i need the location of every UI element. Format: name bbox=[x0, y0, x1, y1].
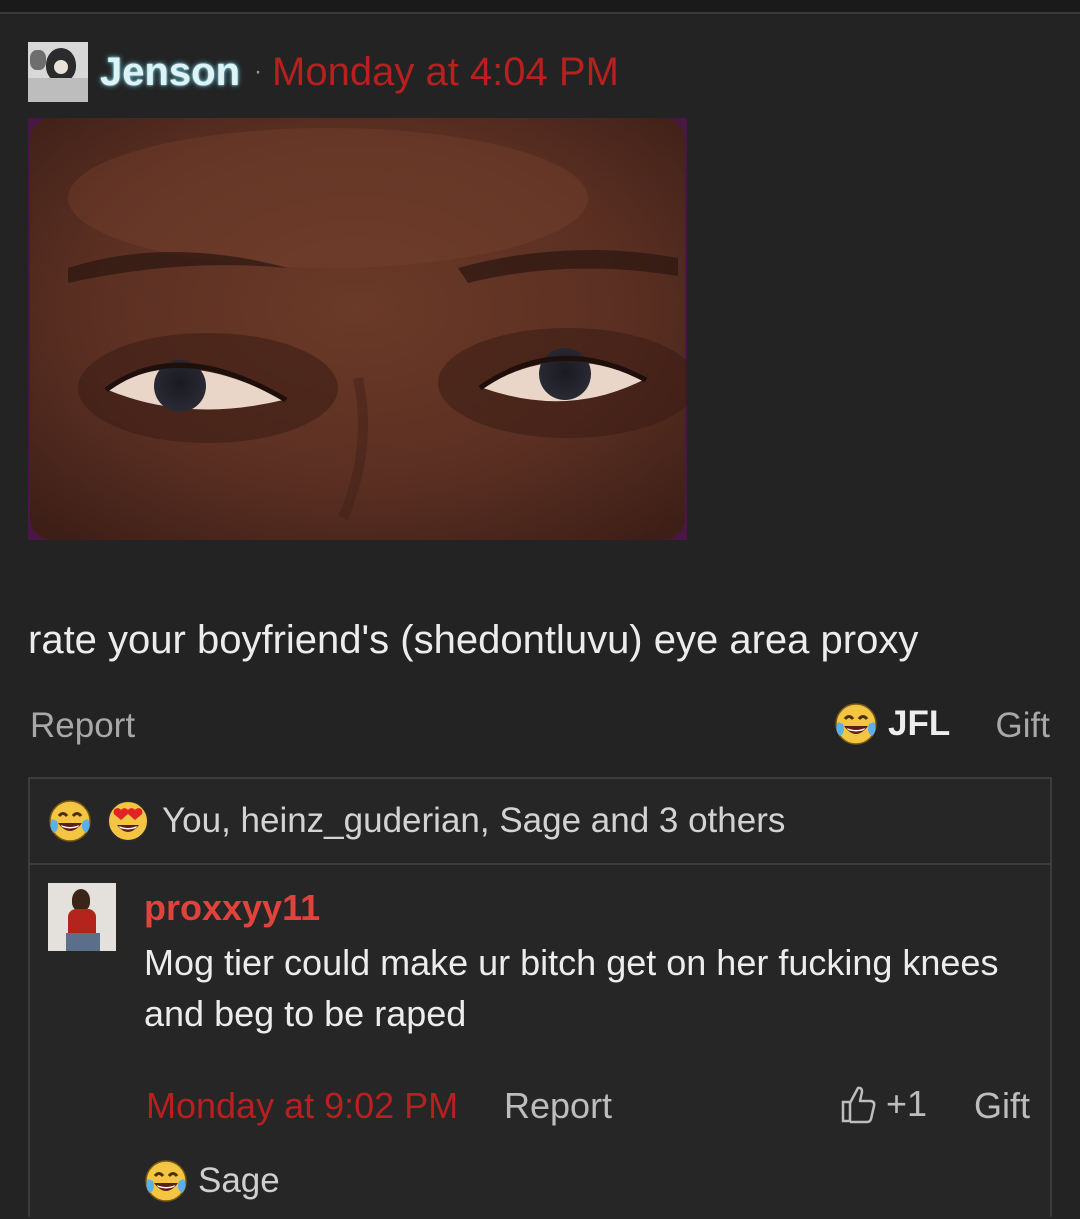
comment-gift-button[interactable]: Gift bbox=[974, 1085, 1030, 1127]
post-header: Jenson · Monday at 4:04 PM bbox=[28, 42, 619, 102]
top-divider bbox=[0, 0, 1080, 14]
like-count: +1 bbox=[886, 1083, 928, 1124]
reactions-text[interactable]: You, heinz_guderian, Sage and 3 others bbox=[162, 801, 785, 841]
post-actions: Report JFL Gift bbox=[30, 702, 1050, 750]
comment: proxxyy11 Mog tier could make ur bitch g… bbox=[30, 867, 1050, 1219]
comment-reaction-user: Sage bbox=[198, 1161, 280, 1200]
thumbs-up-icon bbox=[841, 1086, 876, 1124]
comment-report-button[interactable]: Report bbox=[504, 1085, 612, 1127]
meta-separator: · bbox=[254, 58, 263, 85]
post-timestamp[interactable]: Monday at 4:04 PM bbox=[272, 50, 619, 95]
report-button[interactable]: Report bbox=[30, 706, 135, 746]
avatar[interactable] bbox=[48, 883, 116, 951]
gift-button[interactable]: Gift bbox=[996, 706, 1050, 746]
post-image[interactable] bbox=[28, 118, 687, 540]
comment-reaction[interactable]: Sage bbox=[144, 1159, 280, 1203]
comment-body: Mog tier could make ur bitch get on her … bbox=[144, 942, 999, 1034]
laughing-crying-icon bbox=[145, 1160, 187, 1202]
reactions-box: You, heinz_guderian, Sage and 3 others p… bbox=[28, 777, 1052, 1219]
heart-eyes-icon bbox=[107, 800, 149, 842]
avatar[interactable] bbox=[28, 42, 88, 102]
comment-author[interactable]: proxxyy11 bbox=[144, 887, 320, 929]
reactions-summary[interactable]: You, heinz_guderian, Sage and 3 others bbox=[30, 779, 1050, 865]
post-text: rate your boyfriend's (shedontluvu) eye … bbox=[28, 618, 919, 662]
post-author[interactable]: Jenson bbox=[100, 50, 240, 95]
like-button[interactable]: +1 bbox=[840, 1083, 927, 1125]
jfl-reaction-button[interactable]: JFL bbox=[834, 702, 950, 746]
comment-timestamp[interactable]: Monday at 9:02 PM bbox=[146, 1085, 458, 1127]
jfl-label: JFL bbox=[888, 704, 951, 743]
laughing-crying-icon bbox=[835, 703, 877, 745]
laughing-crying-icon bbox=[49, 800, 91, 842]
